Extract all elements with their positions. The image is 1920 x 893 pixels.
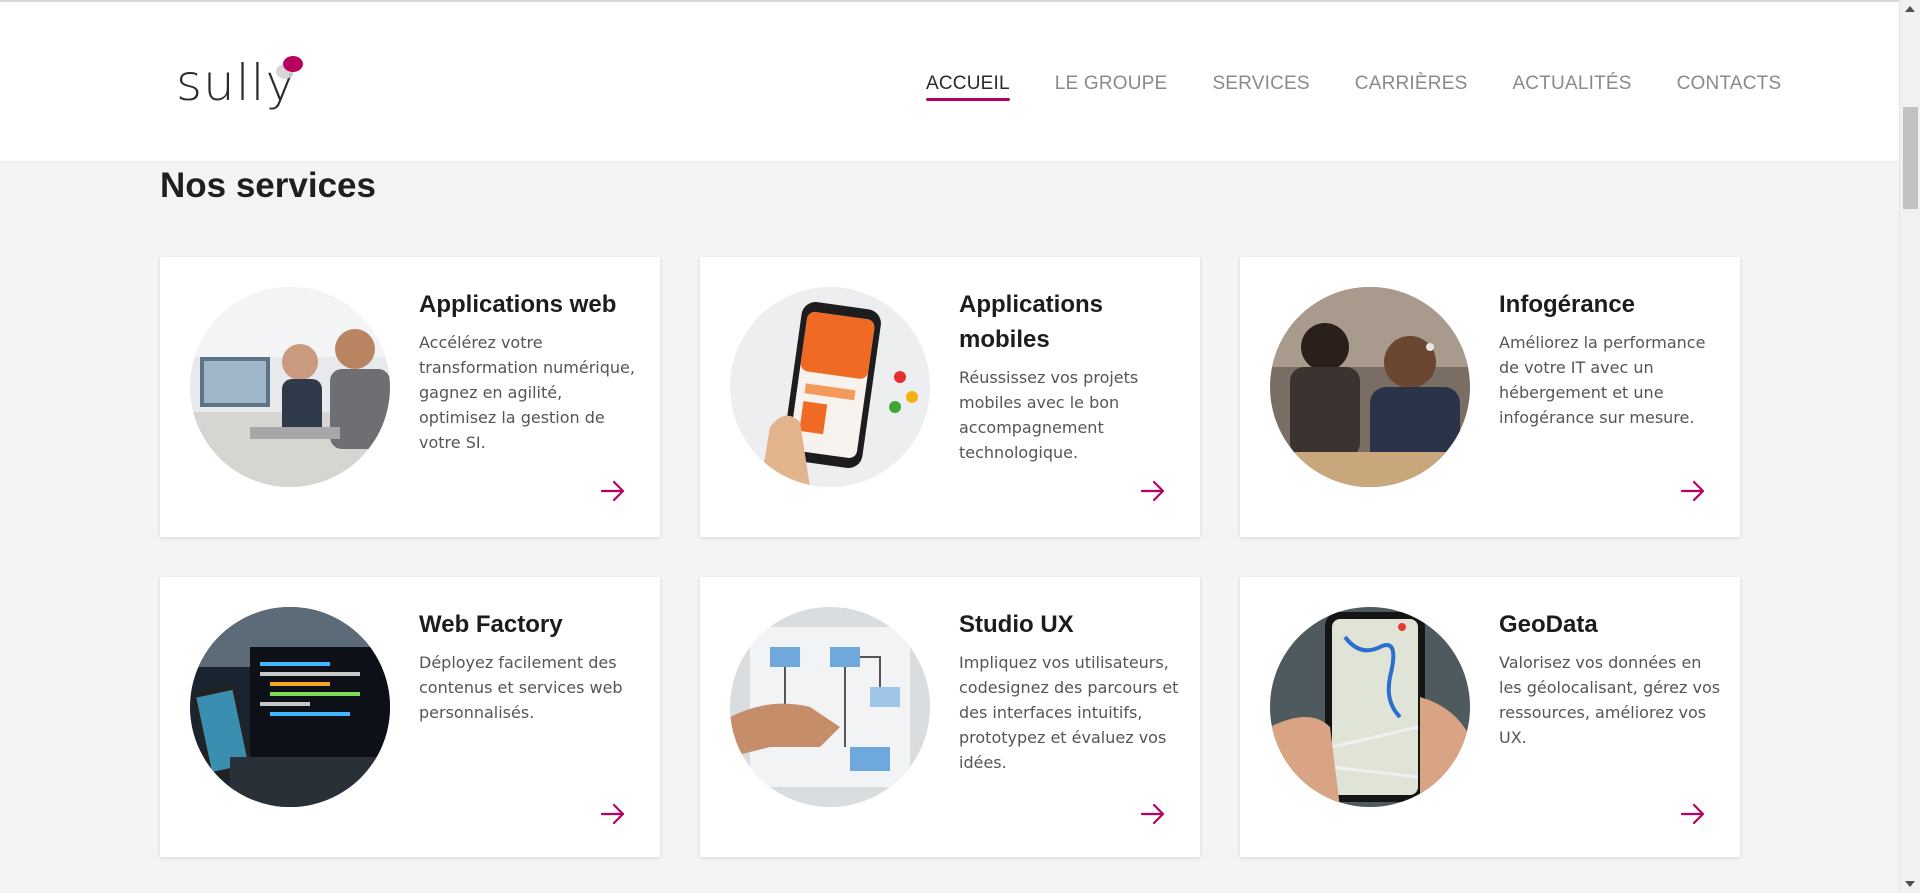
card-description: Accélérez votre transformation numérique…	[419, 333, 635, 452]
nav-accueil[interactable]: ACCUEIL	[926, 72, 1010, 102]
section-title: Nos services	[160, 166, 376, 205]
sully-logo[interactable]: sully	[176, 52, 311, 114]
ux-board-photo	[730, 607, 930, 807]
arrow-right-icon[interactable]	[1140, 480, 1166, 502]
card-title: GeoData	[1499, 611, 1598, 638]
code-laptop-photo	[190, 607, 390, 807]
support-team-photo	[1270, 287, 1470, 487]
scroll-down-arrow-icon[interactable]	[1905, 881, 1915, 887]
service-card-infogerance[interactable]: Infogérance Améliorez la performance de …	[1240, 257, 1740, 537]
service-card-studio-ux[interactable]: Studio UX Impliquez vos utilisateurs, co…	[700, 577, 1200, 857]
nav-services[interactable]: SERVICES	[1212, 72, 1309, 102]
office-developers-photo	[190, 287, 390, 487]
page-scrollbar[interactable]	[1899, 0, 1920, 893]
arrow-right-icon[interactable]	[1680, 480, 1706, 502]
arrow-right-icon[interactable]	[600, 803, 626, 825]
card-description: Impliquez vos utilisateurs, codesignez d…	[959, 653, 1179, 772]
card-title: Applications web	[419, 291, 617, 318]
card-title: Applications mobiles	[959, 291, 1104, 353]
service-card-geodata[interactable]: GeoData Valorisez vos données en les géo…	[1240, 577, 1740, 857]
card-title: Infogérance	[1499, 291, 1636, 318]
nav-contacts[interactable]: CONTACTS	[1677, 72, 1782, 102]
arrow-right-icon[interactable]	[600, 480, 626, 502]
service-card-applications-mobiles[interactable]: Applications mobiles Réussissez vos proj…	[700, 257, 1200, 537]
scroll-up-arrow-icon[interactable]	[1905, 6, 1915, 12]
card-title: Web Factory	[419, 611, 563, 638]
card-description: Valorisez vos données en les géolocalisa…	[1499, 653, 1721, 747]
logo-dot-magenta	[283, 56, 303, 72]
service-card-applications-web[interactable]: Applications web Accélérez votre transfo…	[160, 257, 660, 537]
service-card-web-factory[interactable]: Web Factory Déployez facilement des cont…	[160, 577, 660, 857]
scroll-thumb[interactable]	[1903, 107, 1918, 209]
card-title: Studio UX	[959, 611, 1074, 638]
nav-le-groupe[interactable]: LE GROUPE	[1055, 72, 1168, 102]
arrow-right-icon[interactable]	[1140, 803, 1166, 825]
main-nav: ACCUEIL LE GROUPE SERVICES CARRIÈRES ACT…	[926, 72, 1781, 102]
phone-map-photo	[1270, 607, 1470, 807]
card-description: Améliorez la performance de votre IT ave…	[1499, 333, 1706, 427]
nav-actualites[interactable]: ACTUALITÉS	[1512, 72, 1631, 102]
site-header: sully ACCUEIL LE GROUPE SERVICES CARRIÈR…	[0, 2, 1899, 161]
smartphone-app-photo	[730, 287, 930, 487]
arrow-right-icon[interactable]	[1680, 803, 1706, 825]
nav-carrieres[interactable]: CARRIÈRES	[1355, 72, 1468, 102]
card-description: Réussissez vos projets mobiles avec le b…	[959, 368, 1139, 462]
logo-text: sully	[176, 54, 297, 112]
card-description: Déployez facilement des contenus et serv…	[419, 653, 623, 722]
